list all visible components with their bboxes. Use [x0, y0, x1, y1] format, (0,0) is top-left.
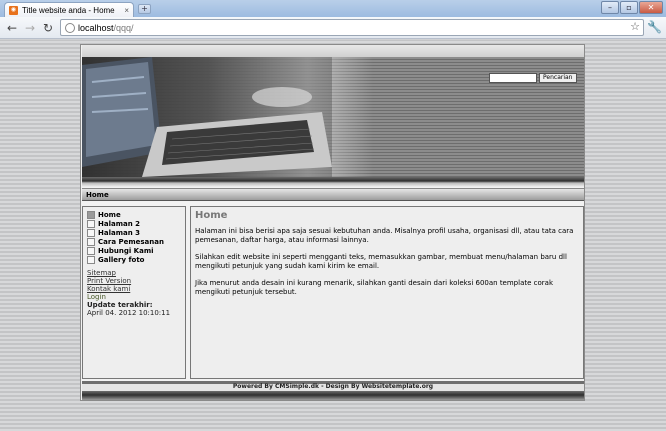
menu-item-label: Halaman 2 [98, 219, 141, 228]
sidebar-links: Sitemap Print Version Kontak kami Login … [87, 269, 181, 317]
last-updated-label: Update terakhir: [87, 301, 153, 309]
header-bottom-stripe [82, 177, 584, 187]
browser-tab[interactable]: ◉ Title website anda - Home × [4, 2, 134, 17]
back-arrow-icon[interactable]: ← [4, 20, 20, 36]
menu-bullet-icon [87, 210, 95, 219]
window-controls: – ▫ ✕ [601, 1, 663, 14]
maximize-button[interactable]: ▫ [620, 1, 638, 14]
reload-icon[interactable]: ↻ [40, 20, 56, 36]
print-version-link[interactable]: Print Version [87, 277, 181, 285]
breadcrumb: Home [82, 188, 584, 201]
page-title: Home [195, 210, 228, 221]
address-bar[interactable]: localhost/qqq/ ☆ [60, 19, 644, 36]
header-top-stripe [82, 45, 584, 57]
page-viewport: Pencarian Home Home Halaman 2 Halaman 3 … [0, 40, 666, 431]
bookmark-star-icon[interactable]: ☆ [630, 20, 640, 33]
menu-item-label: Home [98, 210, 121, 219]
menu-bullet-icon [87, 246, 95, 255]
menu-bullet-icon [87, 237, 95, 246]
tab-title: Title website anda - Home [22, 5, 115, 15]
main-content: Home Halaman ini bisa berisi apa saja se… [190, 206, 584, 379]
content-paragraph: Jika menurut anda desain ini kurang mena… [195, 279, 553, 296]
browser-toolbar: ← → ↻ localhost/qqq/ ☆ 🔧 [0, 17, 666, 39]
search-input[interactable] [489, 73, 537, 83]
contact-link[interactable]: Kontak kami [87, 285, 181, 293]
menu-item-home[interactable]: Home [87, 210, 181, 219]
site-header: Pencarian [82, 57, 584, 177]
forward-arrow-icon[interactable]: → [22, 20, 38, 36]
content-paragraph: Halaman ini bisa berisi apa saja sesuai … [195, 227, 574, 244]
tab-close-icon[interactable]: × [124, 6, 129, 15]
site-container: Pencarian Home Home Halaman 2 Halaman 3 … [80, 44, 585, 401]
new-tab-button[interactable]: + [138, 4, 151, 14]
menu-item-halaman-2[interactable]: Halaman 2 [87, 219, 181, 228]
menu-item-label: Halaman 3 [98, 228, 141, 237]
search-form: Pencarian [489, 73, 577, 83]
menu-item-hubungi-kami[interactable]: Hubungi Kami [87, 246, 181, 255]
menu-bullet-icon [87, 219, 95, 228]
site-footer: Powered By CMSimple.dk - Design By Websi… [82, 381, 584, 400]
close-window-button[interactable]: ✕ [639, 1, 663, 14]
wrench-icon[interactable]: 🔧 [647, 20, 662, 34]
menu-item-cara-pemesanan[interactable]: Cara Pemesanan [87, 237, 181, 246]
login-link[interactable]: Login [87, 293, 181, 301]
url-path: /qqq/ [113, 22, 134, 33]
menu-bullet-icon [87, 255, 95, 264]
laptop-photo [82, 57, 332, 177]
rss-favicon-icon: ◉ [9, 5, 18, 15]
minimize-button[interactable]: – [601, 1, 619, 14]
menu-item-label: Cara Pemesanan [98, 237, 164, 246]
search-button[interactable]: Pencarian [539, 73, 577, 83]
menu-item-halaman-3[interactable]: Halaman 3 [87, 228, 181, 237]
browser-titlebar: ◉ Title website anda - Home × + – ▫ ✕ [0, 0, 666, 17]
menu-bullet-icon [87, 228, 95, 237]
page-icon [65, 22, 75, 33]
last-updated-date: April 04. 2012 10:10:11 [87, 309, 171, 317]
content-paragraph: Silahkan edit website ini seperti mengga… [195, 253, 567, 270]
menu-item-gallery-foto[interactable]: Gallery foto [87, 255, 181, 264]
menu-item-label: Gallery foto [98, 255, 145, 264]
menu-item-label: Hubungi Kami [98, 246, 154, 255]
sitemap-link[interactable]: Sitemap [87, 269, 181, 277]
sidebar: Home Halaman 2 Halaman 3 Cara Pemesanan … [82, 206, 186, 379]
footer-credit: Powered By CMSimple.dk - Design By Websi… [232, 383, 434, 390]
url-host: localhost [78, 22, 114, 33]
